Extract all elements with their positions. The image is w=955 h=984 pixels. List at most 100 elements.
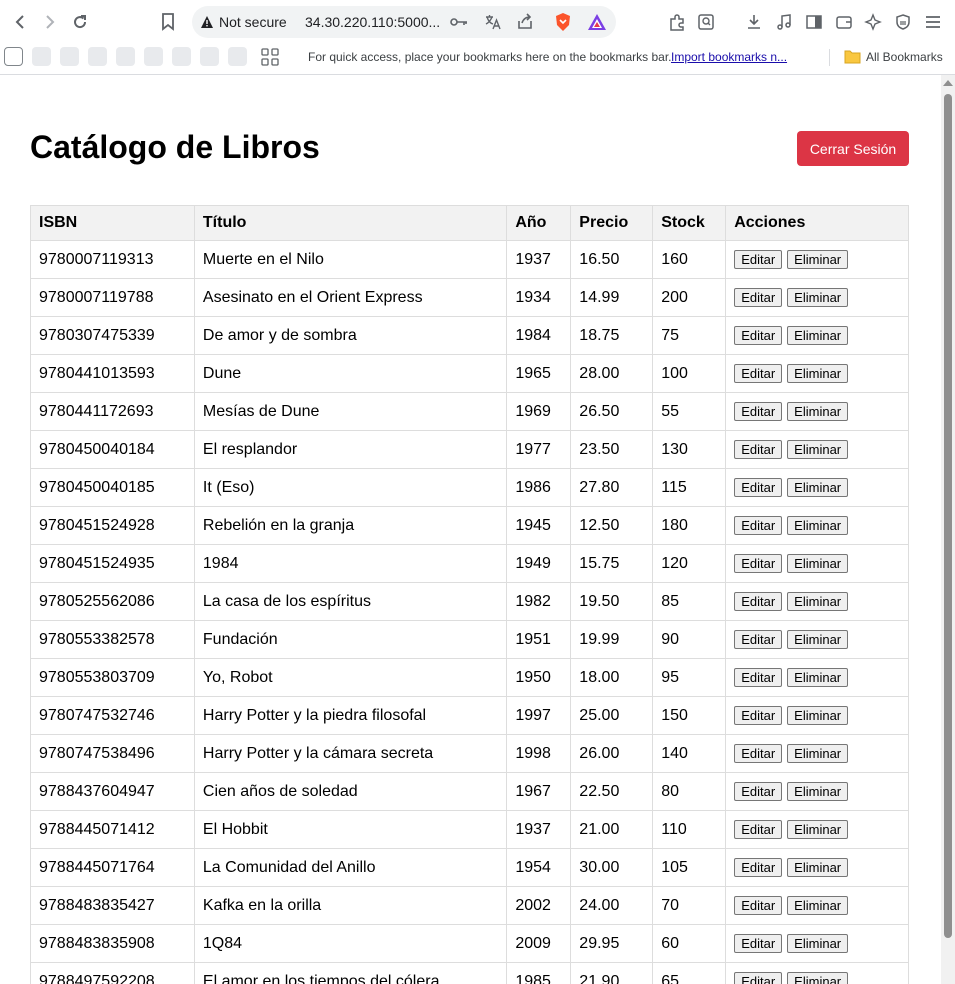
delete-button[interactable]: Eliminar	[787, 516, 849, 535]
year-cell: 1998	[506, 734, 572, 773]
delete-button[interactable]: Eliminar	[787, 250, 849, 269]
actions-cell: Editar Eliminar	[725, 392, 909, 431]
edit-button[interactable]: Editar	[734, 478, 783, 497]
actions-cell: Editar Eliminar	[725, 734, 909, 773]
year-cell: 1949	[506, 544, 572, 583]
sidebar-icon[interactable]	[803, 11, 825, 33]
edit-button[interactable]: Editar	[734, 592, 783, 611]
delete-button[interactable]: Eliminar	[787, 972, 849, 984]
price-cell: 23.50	[570, 430, 654, 469]
bookmark-favicon[interactable]	[60, 47, 79, 66]
bookmark-favicon[interactable]	[32, 47, 51, 66]
bookmark-favicon[interactable]	[88, 47, 107, 66]
address-bar[interactable]: Not secure 34.30.220.110:5000...	[192, 6, 616, 38]
title-cell: Rebelión en la granja	[193, 506, 508, 545]
extensions-icon[interactable]	[666, 11, 688, 33]
title-cell: Muerte en el Nilo	[193, 240, 508, 279]
edit-button[interactable]: Editar	[734, 630, 783, 649]
year-cell: 1950	[506, 658, 572, 697]
bookmark-icon[interactable]	[156, 10, 180, 34]
delete-button[interactable]: Eliminar	[787, 554, 849, 573]
translate-icon[interactable]	[482, 11, 504, 33]
delete-button[interactable]: Eliminar	[787, 592, 849, 611]
apps-grid-icon[interactable]	[261, 48, 279, 71]
edit-button[interactable]: Editar	[734, 706, 783, 725]
delete-button[interactable]: Eliminar	[787, 782, 849, 801]
delete-button[interactable]: Eliminar	[787, 706, 849, 725]
edit-button[interactable]: Editar	[734, 250, 783, 269]
bookmark-favicon[interactable]	[144, 47, 163, 66]
bookmark-favicon[interactable]	[228, 47, 247, 66]
table-row: 9780553382578 Fundación 1951 19.99 90 Editar E…	[30, 620, 909, 659]
forward-icon[interactable]	[38, 10, 62, 34]
delete-button[interactable]: Eliminar	[787, 934, 849, 953]
edit-button[interactable]: Editar	[734, 934, 783, 953]
back-icon[interactable]	[8, 10, 32, 34]
key-icon[interactable]	[448, 11, 470, 33]
delete-button[interactable]: Eliminar	[787, 630, 849, 649]
brave-shield-icon[interactable]	[552, 11, 574, 33]
download-icon[interactable]	[743, 11, 765, 33]
edit-button[interactable]: Editar	[734, 858, 783, 877]
delete-button[interactable]: Eliminar	[787, 896, 849, 915]
stock-cell: 160	[652, 240, 727, 279]
menu-icon[interactable]	[922, 11, 944, 33]
share-icon[interactable]	[514, 11, 536, 33]
wallet-icon[interactable]	[833, 11, 855, 33]
price-cell: 28.00	[570, 354, 654, 393]
vpn-icon[interactable]	[892, 11, 914, 33]
edit-button[interactable]: Editar	[734, 744, 783, 763]
delete-button[interactable]: Eliminar	[787, 668, 849, 687]
url-text[interactable]: 34.30.220.110:5000...	[305, 14, 440, 30]
all-bookmarks-button[interactable]: All Bookmarks	[866, 50, 943, 64]
edit-button[interactable]: Editar	[734, 440, 783, 459]
stock-cell: 75	[652, 316, 727, 355]
year-cell: 1951	[506, 620, 572, 659]
edit-button[interactable]: Editar	[734, 668, 783, 687]
delete-button[interactable]: Eliminar	[787, 744, 849, 763]
delete-button[interactable]: Eliminar	[787, 858, 849, 877]
edit-button[interactable]: Editar	[734, 326, 783, 345]
logout-button[interactable]: Cerrar Sesión	[797, 131, 909, 166]
reload-icon[interactable]	[68, 10, 92, 34]
table-row: 9788445071764 La Comunidad del Anillo 1954…	[30, 848, 909, 887]
delete-button[interactable]: Eliminar	[787, 440, 849, 459]
edit-button[interactable]: Editar	[734, 364, 783, 383]
delete-button[interactable]: Eliminar	[787, 478, 849, 497]
edit-button[interactable]: Editar	[734, 896, 783, 915]
bookmark-favicon[interactable]	[200, 47, 219, 66]
security-label[interactable]: Not secure	[219, 14, 287, 30]
table-row: 9780747532746 Harry Potter y la piedra fi…	[30, 696, 909, 735]
bookmark-favicon[interactable]	[4, 47, 23, 66]
scroll-up-arrow-icon[interactable]	[943, 80, 953, 86]
title-cell: Cien años de soledad	[193, 772, 508, 811]
isbn-cell: 9780747538496	[30, 734, 195, 773]
edit-button[interactable]: Editar	[734, 820, 783, 839]
edit-button[interactable]: Editar	[734, 554, 783, 573]
actions-cell: Editar Eliminar	[725, 772, 909, 811]
title-cell: Asesinato en el Orient Express	[193, 278, 508, 317]
delete-button[interactable]: Eliminar	[787, 820, 849, 839]
leo-ai-icon[interactable]	[862, 11, 884, 33]
column-header: Año	[506, 205, 572, 241]
column-header: Stock	[652, 205, 727, 241]
table-row: 9780450040184 El resplandor 1977 23.50 130 Ed…	[30, 430, 909, 469]
music-icon[interactable]	[773, 11, 795, 33]
edit-button[interactable]: Editar	[734, 972, 783, 984]
reader-icon[interactable]	[695, 11, 717, 33]
edit-button[interactable]: Editar	[734, 288, 783, 307]
price-cell: 19.99	[570, 620, 654, 659]
edit-button[interactable]: Editar	[734, 782, 783, 801]
scrollbar-thumb[interactable]	[944, 94, 952, 938]
delete-button[interactable]: Eliminar	[787, 402, 849, 421]
bookmark-favicon[interactable]	[172, 47, 191, 66]
delete-button[interactable]: Eliminar	[787, 326, 849, 345]
edit-button[interactable]: Editar	[734, 402, 783, 421]
rewards-icon[interactable]	[586, 11, 608, 33]
import-bookmarks-link[interactable]: Import bookmarks n...	[671, 50, 787, 64]
delete-button[interactable]: Eliminar	[787, 364, 849, 383]
table-header-row: ISBN Título Año Precio Stock Acciones	[30, 205, 909, 241]
delete-button[interactable]: Eliminar	[787, 288, 849, 307]
bookmark-favicon[interactable]	[116, 47, 135, 66]
edit-button[interactable]: Editar	[734, 516, 783, 535]
